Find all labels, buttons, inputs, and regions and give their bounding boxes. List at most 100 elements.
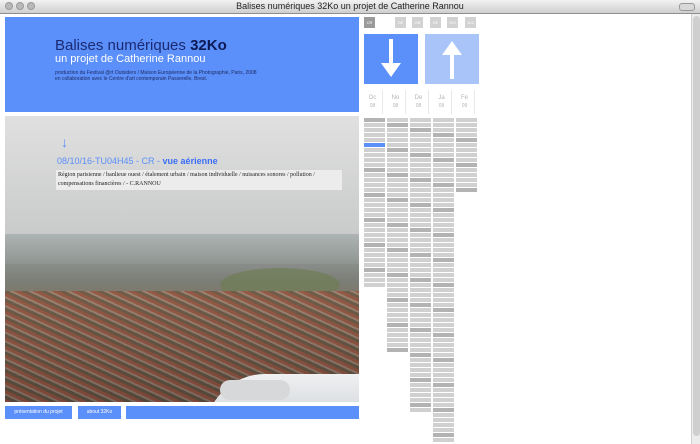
- post-entry[interactable]: [433, 148, 454, 152]
- post-entry[interactable]: [410, 118, 431, 122]
- post-entry[interactable]: [433, 198, 454, 202]
- post-entry[interactable]: [364, 278, 385, 282]
- post-entry[interactable]: [387, 303, 408, 307]
- post-entry[interactable]: [364, 223, 385, 227]
- post-entry[interactable]: [410, 318, 431, 322]
- post-entry[interactable]: [410, 213, 431, 217]
- post-entry[interactable]: [410, 158, 431, 162]
- post-entry[interactable]: [410, 403, 431, 407]
- post-entry[interactable]: [410, 298, 431, 302]
- post-entry[interactable]: [410, 293, 431, 297]
- post-entry[interactable]: [387, 223, 408, 227]
- post-entry[interactable]: [433, 428, 454, 432]
- post-entry[interactable]: [387, 133, 408, 137]
- post-entry[interactable]: [410, 313, 431, 317]
- post-entry[interactable]: [410, 398, 431, 402]
- post-entry[interactable]: [410, 128, 431, 132]
- scrollbar-thumb[interactable]: [693, 16, 700, 436]
- lang-button-de[interactable]: DE: [395, 17, 406, 28]
- toolbar-toggle-button[interactable]: [679, 3, 695, 11]
- post-entry[interactable]: [433, 188, 454, 192]
- post-entry[interactable]: [456, 148, 477, 152]
- post-entry[interactable]: [364, 238, 385, 242]
- post-entry[interactable]: [387, 278, 408, 282]
- post-entry[interactable]: [410, 348, 431, 352]
- post-entry[interactable]: [387, 348, 408, 352]
- post-entry[interactable]: [410, 188, 431, 192]
- post-entry[interactable]: [456, 173, 477, 177]
- post-entry[interactable]: [364, 138, 385, 142]
- post-entry[interactable]: [410, 168, 431, 172]
- post-entry[interactable]: [387, 213, 408, 217]
- post-entry[interactable]: [433, 153, 454, 157]
- post-entry[interactable]: [387, 163, 408, 167]
- post-entry[interactable]: [433, 273, 454, 277]
- post-entry[interactable]: [433, 298, 454, 302]
- post-entry[interactable]: [387, 158, 408, 162]
- post-entry[interactable]: [364, 268, 385, 272]
- post-entry[interactable]: [387, 228, 408, 232]
- post-entry[interactable]: [433, 393, 454, 397]
- post-entry[interactable]: [433, 253, 454, 257]
- post-entry[interactable]: [387, 258, 408, 262]
- post-entry[interactable]: [433, 223, 454, 227]
- post-entry[interactable]: [387, 288, 408, 292]
- post-entry[interactable]: [387, 143, 408, 147]
- close-window-icon[interactable]: [5, 2, 13, 10]
- post-entry[interactable]: [387, 128, 408, 132]
- month-label[interactable]: De 08: [409, 90, 429, 114]
- post-entry[interactable]: [410, 178, 431, 182]
- post-entry[interactable]: [433, 173, 454, 177]
- post-entry[interactable]: [433, 358, 454, 362]
- post-entry[interactable]: [387, 183, 408, 187]
- post-entry[interactable]: [433, 388, 454, 392]
- post-entry[interactable]: [433, 403, 454, 407]
- post-entry[interactable]: [410, 368, 431, 372]
- post-entry[interactable]: [433, 218, 454, 222]
- lang-button-jls[interactable]: JLS: [465, 17, 476, 28]
- month-label[interactable]: No 08: [386, 90, 406, 114]
- post-entry[interactable]: [410, 358, 431, 362]
- post-entry[interactable]: [387, 318, 408, 322]
- post-entry[interactable]: [364, 193, 385, 197]
- post-entry[interactable]: [364, 258, 385, 262]
- post-entry[interactable]: [433, 263, 454, 267]
- post-entry[interactable]: [433, 213, 454, 217]
- post-entry[interactable]: [433, 413, 454, 417]
- post-entry[interactable]: [433, 303, 454, 307]
- post-entry[interactable]: [433, 363, 454, 367]
- post-entry[interactable]: [433, 163, 454, 167]
- post-entry[interactable]: [433, 193, 454, 197]
- post-entry[interactable]: [433, 133, 454, 137]
- post-entry[interactable]: [433, 233, 454, 237]
- next-post-button[interactable]: [364, 34, 418, 84]
- post-entry[interactable]: [433, 138, 454, 142]
- post-entry[interactable]: [410, 238, 431, 242]
- post-entry[interactable]: [410, 283, 431, 287]
- post-entry[interactable]: [410, 378, 431, 382]
- post-entry[interactable]: [364, 203, 385, 207]
- post-entry[interactable]: [410, 263, 431, 267]
- post-entry[interactable]: [364, 148, 385, 152]
- post-entry[interactable]: [456, 163, 477, 167]
- minimize-window-icon[interactable]: [16, 2, 24, 10]
- post-entry[interactable]: [410, 343, 431, 347]
- post-entry[interactable]: [387, 203, 408, 207]
- post-entry[interactable]: [387, 168, 408, 172]
- post-entry[interactable]: [387, 188, 408, 192]
- post-entry[interactable]: [364, 173, 385, 177]
- post-entry[interactable]: [387, 208, 408, 212]
- post-entry[interactable]: [364, 178, 385, 182]
- window-controls[interactable]: [5, 2, 35, 10]
- post-entry[interactable]: [364, 208, 385, 212]
- post-entry[interactable]: [410, 333, 431, 337]
- post-entry[interactable]: [410, 388, 431, 392]
- post-entry[interactable]: [410, 143, 431, 147]
- post-entry[interactable]: [410, 138, 431, 142]
- post-entry[interactable]: [387, 293, 408, 297]
- post-entry[interactable]: [387, 148, 408, 152]
- post-entry[interactable]: [364, 228, 385, 232]
- post-entry[interactable]: [410, 303, 431, 307]
- post-entry[interactable]: [433, 208, 454, 212]
- post-entry[interactable]: [433, 203, 454, 207]
